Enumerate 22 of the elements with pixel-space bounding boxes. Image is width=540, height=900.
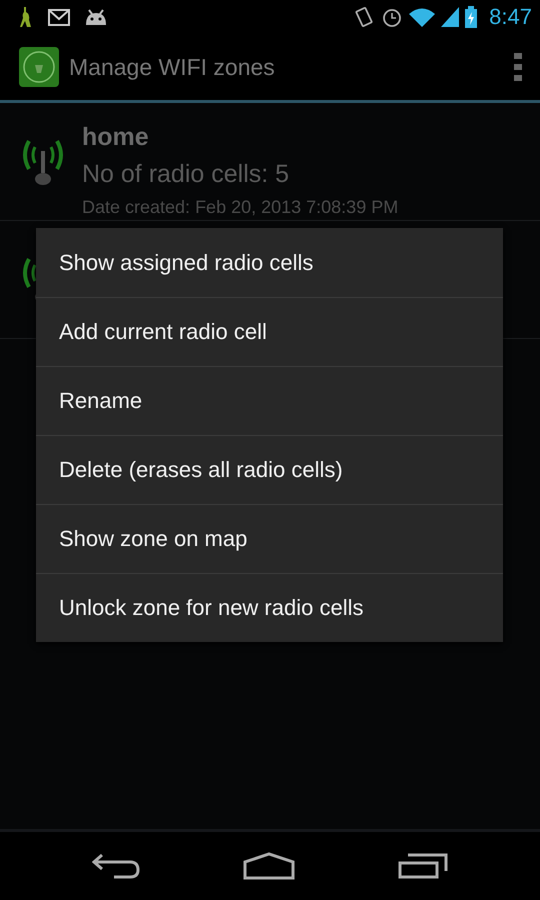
clock-time: 8:47	[489, 4, 532, 30]
zone-cell-count: No of radio cells: 5	[82, 160, 290, 189]
overflow-menu-icon[interactable]	[514, 53, 522, 81]
zone-name: home	[82, 123, 150, 152]
home-icon[interactable]	[242, 852, 295, 880]
zone-date: Date created: Feb 20, 2013 7:08:39 PM	[82, 197, 398, 218]
signal-icon	[441, 7, 460, 27]
menu-item[interactable]: Add current radio cell	[36, 297, 503, 366]
screen-title: Manage WIFI zones	[69, 54, 276, 80]
mail-icon	[48, 8, 70, 26]
back-icon[interactable]	[92, 853, 140, 879]
battery-icon	[465, 6, 478, 28]
menu-item[interactable]: Rename	[36, 366, 503, 435]
alarm-icon	[381, 6, 404, 28]
vibrate-icon	[353, 6, 376, 28]
menu-item[interactable]: Unlock zone for new radio cells	[36, 573, 503, 642]
wifi-icon	[409, 7, 436, 27]
menu-item[interactable]: Show assigned radio cells	[36, 228, 503, 297]
recent-apps-icon[interactable]	[398, 853, 448, 879]
menu-item[interactable]: Show zone on map	[36, 504, 503, 573]
android-icon	[84, 8, 108, 26]
menu-item[interactable]: Delete (erases all radio cells)	[36, 435, 503, 504]
